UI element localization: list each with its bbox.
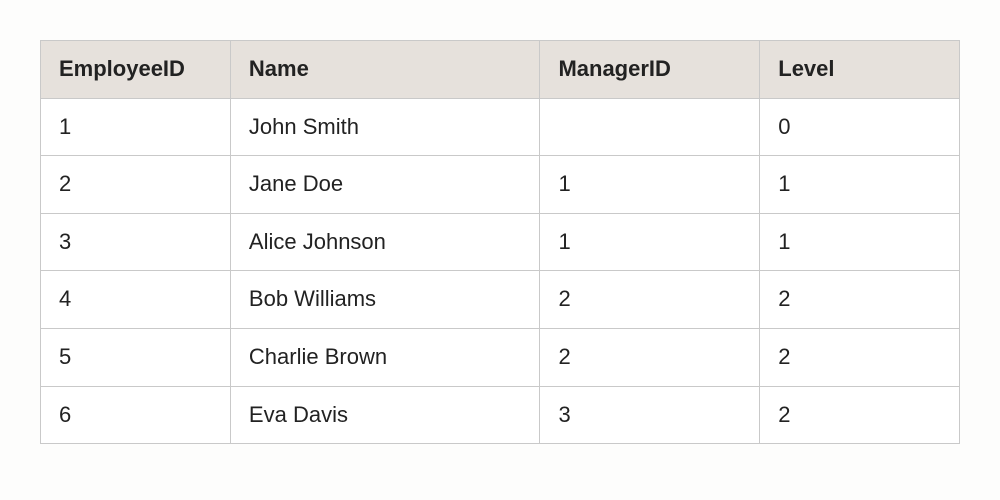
cell-name: Charlie Brown <box>230 328 540 386</box>
cell-employee-id: 4 <box>41 271 231 329</box>
table-row: 2 Jane Doe 1 1 <box>41 156 960 214</box>
header-level: Level <box>760 41 960 99</box>
table-row: 6 Eva Davis 3 2 <box>41 386 960 444</box>
cell-name: John Smith <box>230 98 540 156</box>
cell-employee-id: 1 <box>41 98 231 156</box>
table-header-row: EmployeeID Name ManagerID Level <box>41 41 960 99</box>
table-row: 4 Bob Williams 2 2 <box>41 271 960 329</box>
cell-level: 0 <box>760 98 960 156</box>
cell-manager-id: 1 <box>540 156 760 214</box>
cell-name: Alice Johnson <box>230 213 540 271</box>
cell-manager-id: 2 <box>540 328 760 386</box>
cell-employee-id: 5 <box>41 328 231 386</box>
cell-manager-id: 3 <box>540 386 760 444</box>
cell-level: 2 <box>760 271 960 329</box>
cell-manager-id <box>540 98 760 156</box>
cell-name: Jane Doe <box>230 156 540 214</box>
table-row: 3 Alice Johnson 1 1 <box>41 213 960 271</box>
cell-level: 2 <box>760 386 960 444</box>
cell-level: 1 <box>760 156 960 214</box>
header-manager-id: ManagerID <box>540 41 760 99</box>
cell-manager-id: 1 <box>540 213 760 271</box>
cell-employee-id: 6 <box>41 386 231 444</box>
table-row: 5 Charlie Brown 2 2 <box>41 328 960 386</box>
cell-name: Eva Davis <box>230 386 540 444</box>
cell-name: Bob Williams <box>230 271 540 329</box>
header-employee-id: EmployeeID <box>41 41 231 99</box>
employee-table: EmployeeID Name ManagerID Level 1 John S… <box>40 40 960 444</box>
cell-manager-id: 2 <box>540 271 760 329</box>
cell-employee-id: 3 <box>41 213 231 271</box>
cell-level: 2 <box>760 328 960 386</box>
cell-level: 1 <box>760 213 960 271</box>
cell-employee-id: 2 <box>41 156 231 214</box>
table-row: 1 John Smith 0 <box>41 98 960 156</box>
header-name: Name <box>230 41 540 99</box>
